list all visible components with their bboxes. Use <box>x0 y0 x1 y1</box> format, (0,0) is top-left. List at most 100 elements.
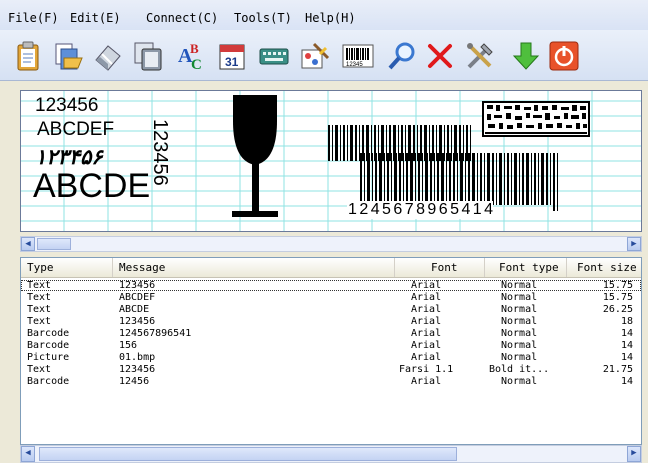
cell-font: Arial <box>411 340 442 351</box>
canvas-text-abcdef[interactable]: ABCDEF <box>37 119 114 141</box>
list-row[interactable]: Text 123456 Arial Normal 18 <box>21 316 641 327</box>
cell-message: 124567896541 <box>119 328 192 339</box>
scroll-thumb[interactable] <box>37 238 71 250</box>
spelling-button[interactable]: ABC <box>174 38 210 74</box>
picture-button[interactable] <box>296 38 332 74</box>
canvas-text-vertical[interactable]: 123456 <box>148 119 171 186</box>
cell-font-type: Normal <box>501 280 538 291</box>
column-type[interactable]: Type <box>21 258 113 277</box>
cell-font-type: Normal <box>501 316 538 327</box>
cell-type: Text <box>27 292 52 303</box>
list-row[interactable]: Text ABCDEF Arial Normal 15.75 <box>21 292 641 303</box>
delete-icon <box>428 44 452 68</box>
copy-button[interactable] <box>130 38 166 74</box>
cell-message: ABCDEF <box>119 292 156 303</box>
object-list[interactable]: Type Message Font Font type Font size Te… <box>20 257 642 445</box>
erase-button[interactable] <box>90 38 126 74</box>
cell-font-type: Normal <box>501 328 538 339</box>
calendar-icon: 31 <box>219 44 245 70</box>
paint-picture-icon <box>301 42 330 69</box>
find-button[interactable] <box>384 38 420 74</box>
list-hscrollbar[interactable]: ◀ ▶ <box>20 445 642 463</box>
list-scroll-left-button[interactable]: ◀ <box>21 446 35 462</box>
column-message[interactable]: Message <box>113 258 395 277</box>
svg-text:B: B <box>190 41 199 56</box>
cell-font: Arial <box>411 316 442 327</box>
open-button[interactable] <box>50 38 86 74</box>
list-scroll-right-button[interactable]: ▶ <box>627 446 641 462</box>
keyboard-button[interactable] <box>256 38 292 74</box>
list-row[interactable]: Text ABCDE Arial Normal 26.25 <box>21 304 641 315</box>
scroll-right-button[interactable]: ▶ <box>627 237 641 251</box>
cell-type: Text <box>27 280 52 291</box>
spelling-abc-icon: ABC <box>178 41 202 72</box>
cell-font: Arial <box>411 352 442 363</box>
cell-font: Arial <box>411 328 442 339</box>
cell-font-type: Normal <box>501 340 538 351</box>
menu-connect[interactable]: Connect(C) <box>146 11 218 25</box>
scroll-left-button[interactable]: ◀ <box>21 237 35 251</box>
column-font[interactable]: Font <box>395 258 485 277</box>
cell-font: Arial <box>411 280 442 291</box>
cell-font-size: 14 <box>620 352 633 363</box>
canvas-text-123456[interactable]: 123456 <box>35 95 98 117</box>
menu-tools[interactable]: Tools(T) <box>234 11 292 25</box>
datamatrix-code <box>482 101 590 137</box>
list-row[interactable]: Text 123456 Farsi 1.1 Bold it... 21.75 <box>21 364 641 375</box>
download-arrow-icon <box>512 42 540 70</box>
menu-bar: File(F) Edit(E) Connect(C) Tools(T) Help… <box>0 0 648 31</box>
cell-message: ABCDE <box>119 304 150 315</box>
cell-type: Picture <box>27 352 70 363</box>
cell-message: 12456 <box>119 376 150 387</box>
column-font-size[interactable]: Font size <box>567 258 641 277</box>
cell-font: Arial <box>411 376 442 387</box>
cell-type: Barcode <box>27 340 70 351</box>
menu-file[interactable]: File(F) <box>8 11 59 25</box>
delete-button[interactable] <box>422 38 458 74</box>
download-button[interactable] <box>508 38 544 74</box>
list-row[interactable]: Barcode 12456 Arial Normal 14 <box>21 376 641 387</box>
settings-button[interactable] <box>462 38 498 74</box>
cell-font: Arial <box>411 304 442 315</box>
cell-font-size: 18 <box>620 316 633 327</box>
label-canvas[interactable]: 123456 ABCDEF ١٢٣۴۵۶ ABCDE 123456 1 2 4 … <box>20 90 642 232</box>
cell-font-size: 15.75 <box>602 292 633 303</box>
fragile-glass-symbol <box>232 95 278 217</box>
cell-font-type: Bold it... <box>489 364 550 375</box>
copy-pages-icon <box>134 42 162 71</box>
menu-edit[interactable]: Edit(E) <box>70 11 121 25</box>
list-header: Type Message Font Font type Font size <box>21 258 641 278</box>
canvas-text-abcde[interactable]: ABCDE <box>33 167 150 206</box>
open-folder-icon <box>55 43 83 70</box>
list-row[interactable]: Barcode 156 Arial Normal 14 <box>21 340 641 351</box>
menu-help[interactable]: Help(H) <box>305 11 356 25</box>
list-row[interactable]: Barcode 124567896541 Arial Normal 14 <box>21 328 641 339</box>
column-font-type[interactable]: Font type <box>485 258 567 277</box>
list-row[interactable]: Picture 01.bmp Arial Normal 14 <box>21 352 641 363</box>
canvas-hscrollbar[interactable]: ◀ ▶ <box>20 236 642 252</box>
cell-font-type: Normal <box>501 352 538 363</box>
cell-type: Barcode <box>27 328 70 339</box>
cell-font-type: Normal <box>501 376 538 387</box>
cell-font: Farsi 1.1 <box>399 364 454 375</box>
barcode-icon: 12345 <box>342 44 374 68</box>
cell-font-size: 14 <box>620 340 633 351</box>
date-button[interactable]: 31 <box>214 38 250 74</box>
list-row[interactable]: Text 123456 Arial Normal 15.75 <box>21 280 641 291</box>
power-button[interactable] <box>546 38 582 74</box>
cell-font: Arial <box>411 292 442 303</box>
cell-font-type: Normal <box>501 304 538 315</box>
cell-type: Text <box>27 364 52 375</box>
cell-font-size: 15.75 <box>602 280 633 291</box>
barcode-human-readable: 1 2 4 5 6 7 8 9 6 5 4 1 4 <box>347 201 493 219</box>
svg-text:C: C <box>191 57 202 72</box>
clipboard-button[interactable] <box>10 38 46 74</box>
barcode-button[interactable]: 12345 <box>340 38 376 74</box>
power-icon <box>549 41 579 71</box>
cell-message: 01.bmp <box>119 352 156 363</box>
list-scroll-thumb[interactable] <box>39 447 457 461</box>
cell-message: 123456 <box>119 280 156 291</box>
cell-message: 156 <box>119 340 138 351</box>
cell-font-size: 14 <box>620 376 633 387</box>
tools-icon <box>467 43 493 69</box>
